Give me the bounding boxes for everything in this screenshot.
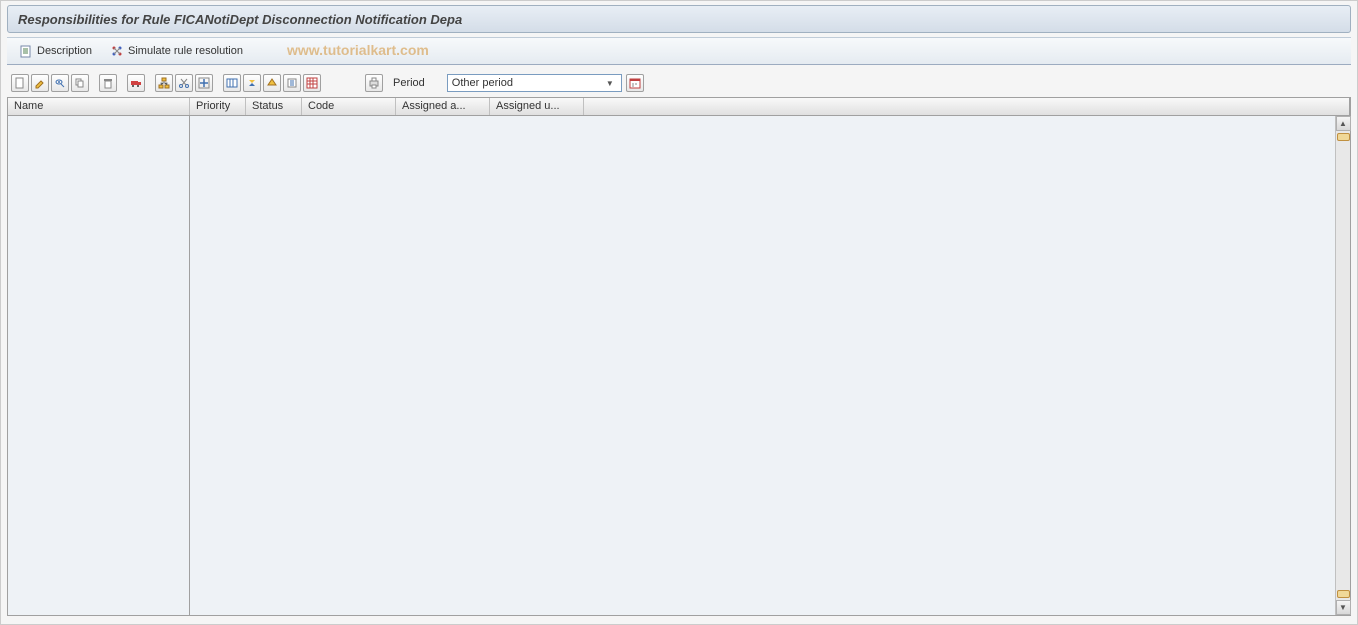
sort-button[interactable] (243, 74, 261, 92)
grid-data-panel (190, 116, 1350, 615)
col-header-priority[interactable]: Priority (190, 98, 246, 115)
grid-tree-panel (8, 116, 190, 615)
scroll-thumb-bottom[interactable] (1337, 590, 1350, 598)
description-label: Description (37, 45, 92, 57)
simulate-label: Simulate rule resolution (128, 45, 243, 57)
col-header-status[interactable]: Status (246, 98, 302, 115)
col-header-assigned-a[interactable]: Assigned a... (396, 98, 490, 115)
description-button[interactable]: Description (15, 42, 96, 60)
period-label: Period (393, 77, 425, 89)
watermark-text: www.tutorialkart.com (287, 42, 429, 58)
grid-header: Name Priority Status Code Assigned a... … (8, 98, 1350, 116)
detail-button[interactable] (283, 74, 301, 92)
change-button[interactable] (31, 74, 49, 92)
vertical-scrollbar[interactable]: ▲ ▼ (1335, 116, 1350, 615)
main-toolbar: Description Simulate rule resolution www… (7, 37, 1351, 65)
grid-body (8, 116, 1350, 615)
transport-button[interactable] (127, 74, 145, 92)
chevron-down-icon: ▼ (603, 76, 617, 90)
col-header-name[interactable]: Name (8, 98, 190, 115)
copy-button[interactable] (71, 74, 89, 92)
hierarchy-button[interactable] (155, 74, 173, 92)
description-icon (19, 44, 33, 58)
grid-button[interactable] (303, 74, 321, 92)
period-value: Other period (452, 77, 513, 89)
data-grid: Name Priority Status Code Assigned a... … (7, 97, 1351, 616)
filter-button[interactable] (263, 74, 281, 92)
col-header-assigned-u[interactable]: Assigned u... (490, 98, 584, 115)
create-button[interactable] (11, 74, 29, 92)
icon-toolbar: Period Other period ▼ (7, 71, 1351, 95)
scroll-thumb-top[interactable] (1337, 133, 1350, 141)
display-button[interactable] (51, 74, 69, 92)
cut-button[interactable] (175, 74, 193, 92)
title-bar: Responsibilities for Rule FICANotiDept D… (7, 5, 1351, 33)
expand-button[interactable] (195, 74, 213, 92)
scroll-up-icon[interactable]: ▲ (1336, 116, 1351, 131)
col-header-rest (584, 98, 1350, 115)
content-area: Period Other period ▼ Name Priority Stat… (7, 71, 1351, 616)
print-button[interactable] (365, 74, 383, 92)
page-title: Responsibilities for Rule FICANotiDept D… (18, 12, 462, 27)
col-header-code[interactable]: Code (302, 98, 396, 115)
period-dropdown[interactable]: Other period ▼ (447, 74, 622, 92)
calendar-button[interactable] (626, 74, 644, 92)
simulate-icon (110, 44, 124, 58)
delete-button[interactable] (99, 74, 117, 92)
columns-button[interactable] (223, 74, 241, 92)
scroll-down-icon[interactable]: ▼ (1336, 600, 1351, 615)
simulate-button[interactable]: Simulate rule resolution (106, 42, 247, 60)
app-window: Responsibilities for Rule FICANotiDept D… (0, 0, 1358, 625)
